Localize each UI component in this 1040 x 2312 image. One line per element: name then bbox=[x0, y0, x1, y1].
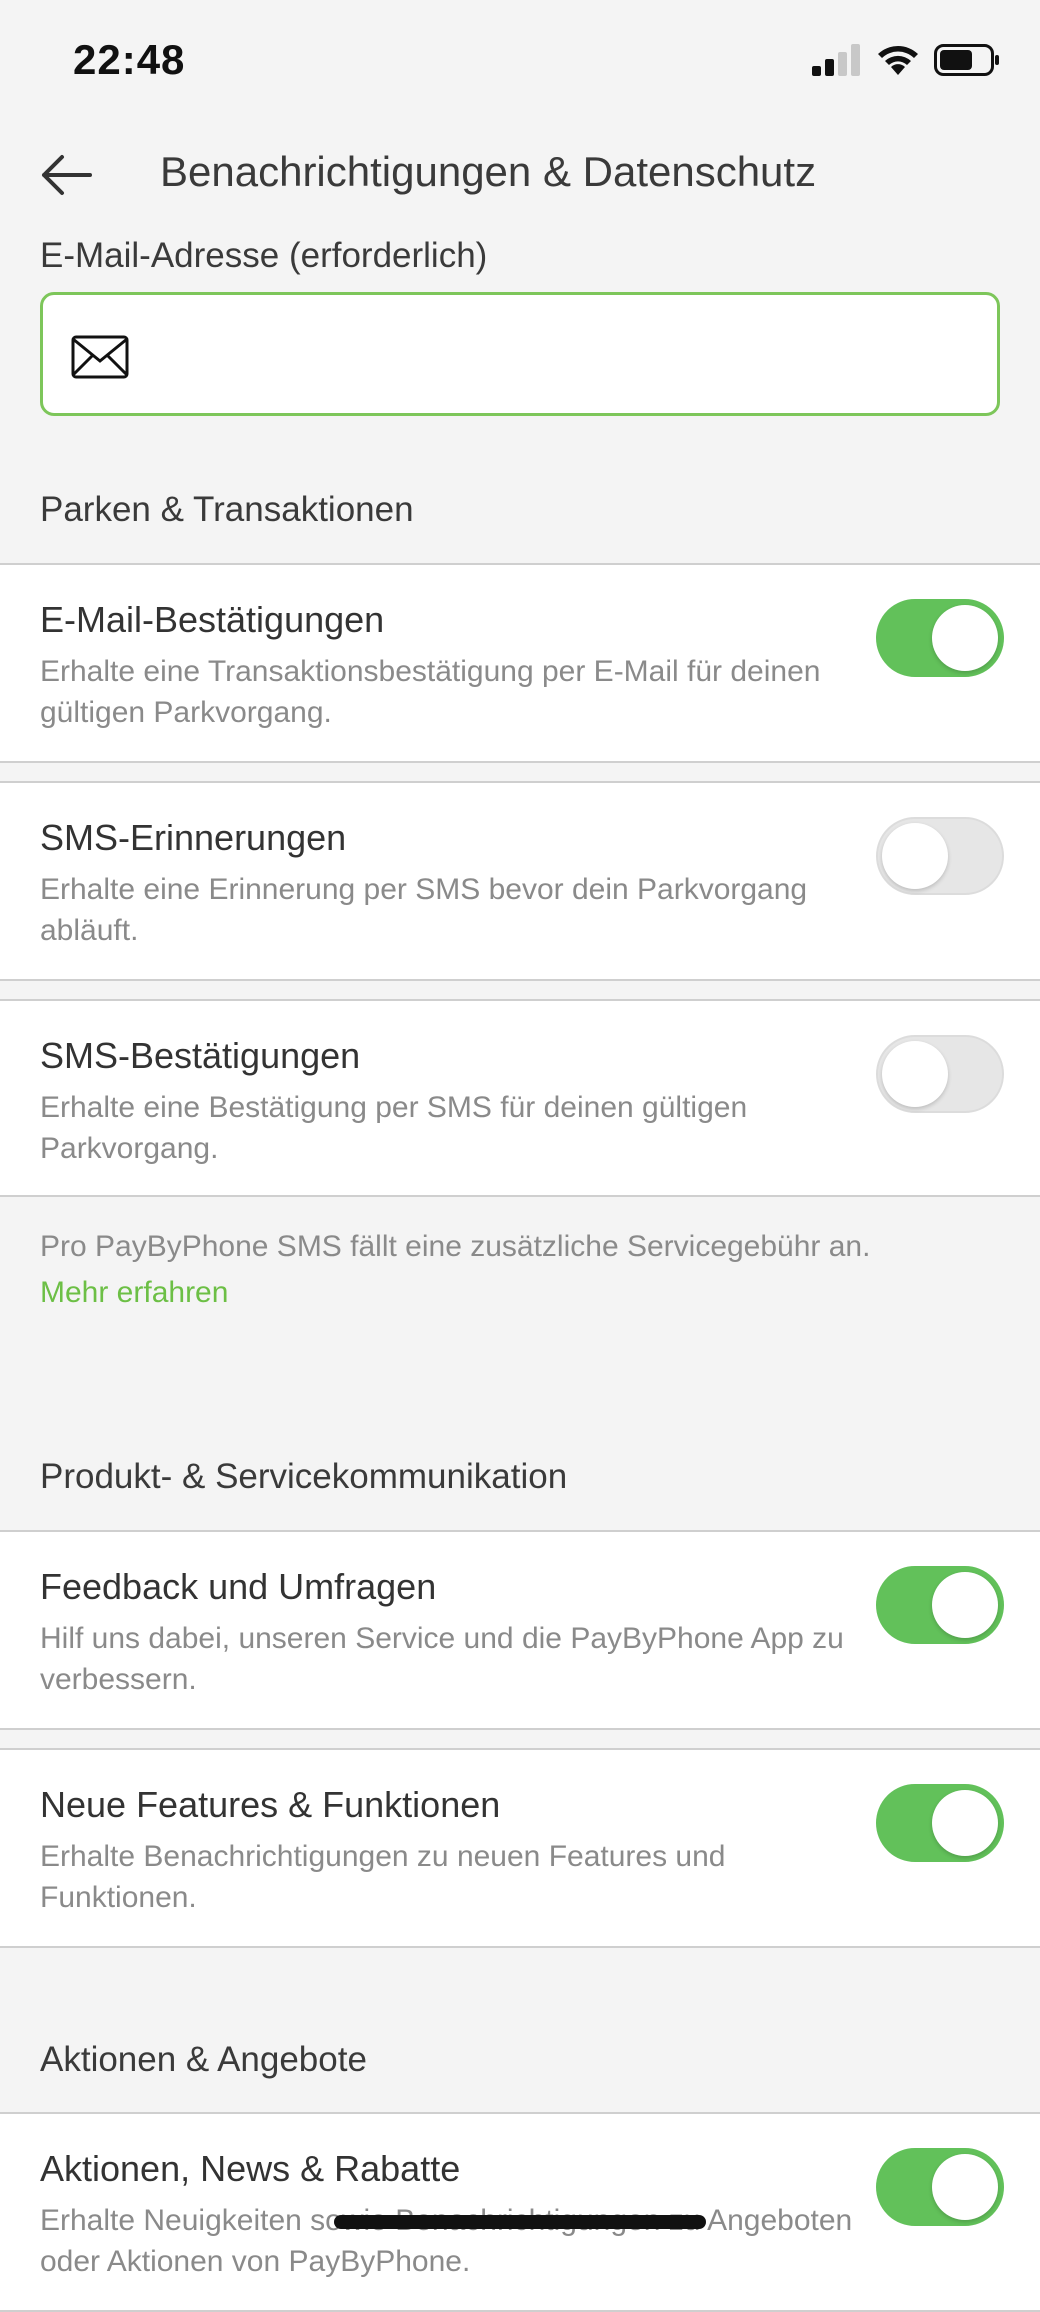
setting-description: Erhalte Neuigkeiten sowie Benachrichtigu… bbox=[40, 2204, 853, 2278]
setting-row-new-features: Neue Features & Funktionen Erhalte Benac… bbox=[0, 1748, 1040, 1948]
envelope-icon bbox=[71, 335, 129, 379]
email-confirmations-toggle[interactable] bbox=[876, 599, 1004, 677]
setting-description: Erhalte Benachrichtigungen zu neuen Feat… bbox=[40, 1840, 726, 1914]
toggle-knob bbox=[932, 2154, 998, 2220]
sms-fee-note: Pro PayByPhone SMS fällt eine zusätzlich… bbox=[40, 1224, 870, 1316]
setting-title: Aktionen, News & Rabatte bbox=[40, 2148, 461, 2189]
sms-reminders-toggle[interactable] bbox=[876, 817, 1004, 895]
arrow-left-icon bbox=[42, 155, 92, 195]
email-field-label: E-Mail-Adresse (erforderlich) bbox=[40, 236, 488, 275]
wifi-icon bbox=[878, 46, 918, 75]
section-header-product: Produkt- & Servicekommunikation bbox=[40, 1457, 568, 1496]
sms-confirmations-toggle[interactable] bbox=[876, 1035, 1004, 1113]
status-bar: 22:48 bbox=[0, 0, 1040, 124]
battery-icon bbox=[934, 44, 999, 76]
toggle-knob bbox=[882, 823, 948, 889]
setting-title: Feedback und Umfragen bbox=[40, 1566, 437, 1607]
back-button[interactable] bbox=[38, 150, 94, 200]
setting-description: Erhalte eine Bestätigung per SMS für dei… bbox=[40, 1091, 748, 1165]
setting-description: Erhalte eine Transaktionsbestätigung per… bbox=[40, 655, 821, 729]
toggle-knob bbox=[932, 1790, 998, 1856]
sms-fee-text: Pro PayByPhone SMS fällt eine zusätzlich… bbox=[40, 1230, 871, 1263]
home-indicator bbox=[334, 2215, 706, 2229]
section-header-parking: Parken & Transaktionen bbox=[40, 490, 414, 529]
section-header-offers: Aktionen & Angebote bbox=[40, 2040, 367, 2079]
email-input[interactable] bbox=[153, 325, 973, 385]
setting-title: Neue Features & Funktionen bbox=[40, 1784, 501, 1825]
cellular-signal-icon bbox=[812, 44, 860, 76]
toggle-knob bbox=[932, 1572, 998, 1638]
learn-more-link[interactable]: Mehr erfahren bbox=[40, 1270, 870, 1316]
setting-description: Hilf uns dabei, unseren Service und die … bbox=[40, 1622, 844, 1696]
promotions-toggle[interactable] bbox=[876, 2148, 1004, 2226]
page-title: Benachrichtigungen & Datenschutz bbox=[160, 148, 817, 195]
setting-row-sms-reminders: SMS-Erinnerungen Erhalte eine Erinnerung… bbox=[0, 781, 1040, 981]
setting-row-promotions: Aktionen, News & Rabatte Erhalte Neuigke… bbox=[0, 2112, 1040, 2312]
setting-title: SMS-Erinnerungen bbox=[40, 817, 347, 858]
feedback-surveys-toggle[interactable] bbox=[876, 1566, 1004, 1644]
status-time: 22:48 bbox=[73, 36, 186, 83]
setting-title: E-Mail-Bestätigungen bbox=[40, 599, 385, 640]
toggle-knob bbox=[932, 605, 998, 671]
new-features-toggle[interactable] bbox=[876, 1784, 1004, 1862]
email-field[interactable] bbox=[40, 292, 1000, 416]
setting-title: SMS-Bestätigungen bbox=[40, 1035, 361, 1076]
navigation-bar: Benachrichtigungen & Datenschutz bbox=[0, 130, 1040, 220]
toggle-knob bbox=[882, 1041, 948, 1107]
status-icons bbox=[812, 44, 1000, 76]
setting-row-sms-confirmations: SMS-Bestätigungen Erhalte eine Bestätigu… bbox=[0, 999, 1040, 1197]
setting-row-feedback-surveys: Feedback und Umfragen Hilf uns dabei, un… bbox=[0, 1530, 1040, 1730]
setting-description: Erhalte eine Erinnerung per SMS bevor de… bbox=[40, 873, 808, 947]
setting-row-email-confirmations: E-Mail-Bestätigungen Erhalte eine Transa… bbox=[0, 563, 1040, 763]
